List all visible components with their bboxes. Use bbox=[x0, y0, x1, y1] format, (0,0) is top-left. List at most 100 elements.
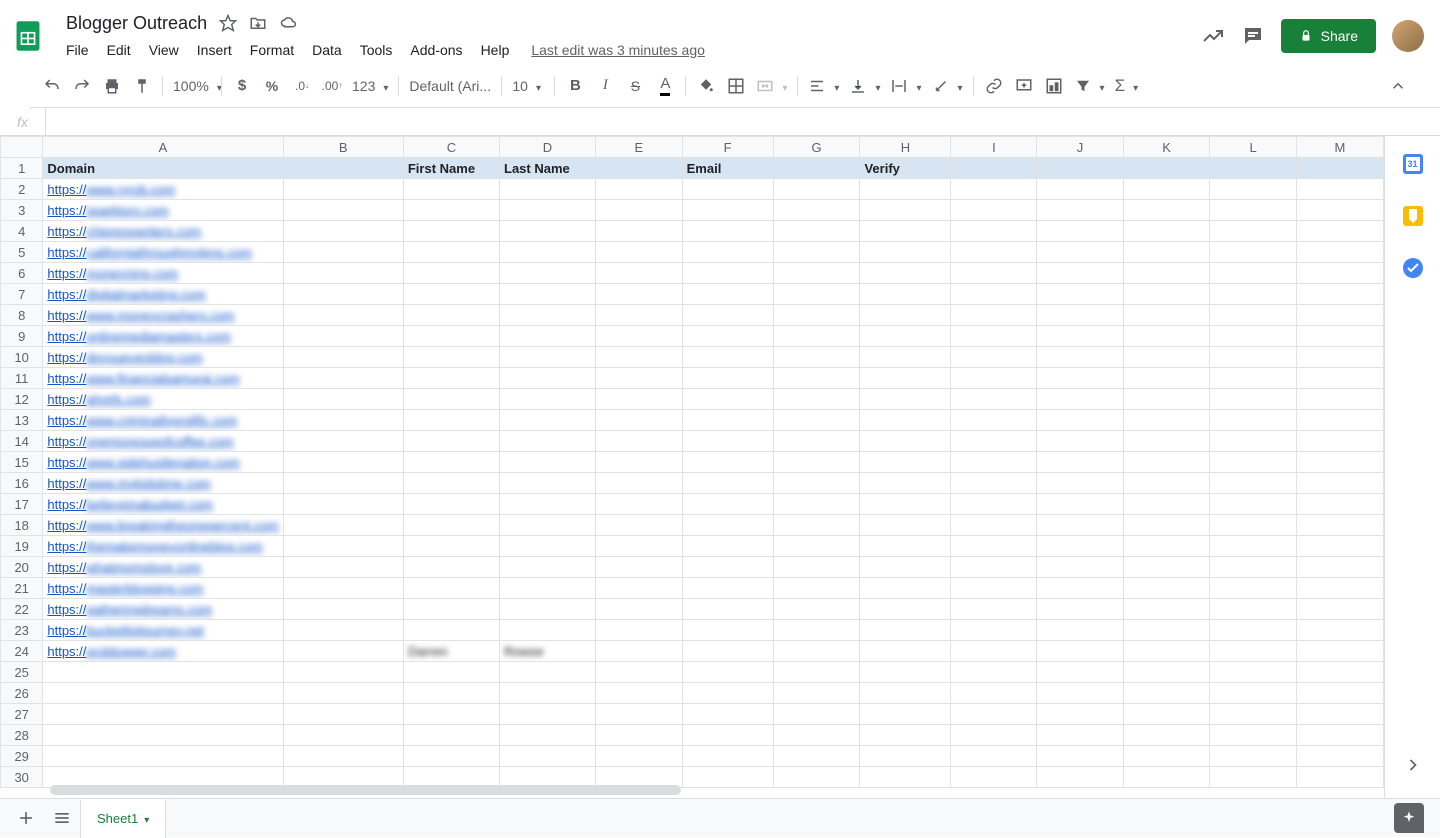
cell-H7[interactable] bbox=[860, 284, 951, 305]
cell-E1[interactable] bbox=[595, 158, 682, 179]
share-button[interactable]: Share bbox=[1281, 19, 1376, 53]
cell-B22[interactable] bbox=[283, 599, 403, 620]
column-header-K[interactable]: K bbox=[1123, 137, 1210, 158]
cell-K17[interactable] bbox=[1123, 494, 1210, 515]
cell-E25[interactable] bbox=[595, 662, 682, 683]
cell-A27[interactable] bbox=[43, 704, 283, 725]
cell-G23[interactable] bbox=[773, 620, 860, 641]
row-header[interactable]: 15 bbox=[1, 452, 43, 473]
collapse-toolbar-button[interactable] bbox=[1384, 72, 1412, 100]
cell-L26[interactable] bbox=[1210, 683, 1296, 704]
increase-decimal-button[interactable]: .00↑ bbox=[318, 72, 346, 100]
cell-E15[interactable] bbox=[595, 452, 682, 473]
column-header-M[interactable]: M bbox=[1296, 137, 1383, 158]
cell-E13[interactable] bbox=[595, 410, 682, 431]
paint-format-button[interactable] bbox=[128, 72, 156, 100]
cell-E5[interactable] bbox=[595, 242, 682, 263]
cell-H11[interactable] bbox=[860, 368, 951, 389]
cell-J8[interactable] bbox=[1037, 305, 1123, 326]
cell-A21[interactable]: https://masterblogging.com bbox=[43, 578, 283, 599]
cell-D28[interactable] bbox=[500, 725, 596, 746]
cell-D2[interactable] bbox=[500, 179, 596, 200]
cell-J3[interactable] bbox=[1037, 200, 1123, 221]
cell-K18[interactable] bbox=[1123, 515, 1210, 536]
cell-A1[interactable]: Domain bbox=[43, 158, 283, 179]
cell-I26[interactable] bbox=[951, 683, 1037, 704]
column-header-F[interactable]: F bbox=[682, 137, 773, 158]
cell-A22[interactable]: https://gatheringdreams.com bbox=[43, 599, 283, 620]
cell-A9[interactable]: https://onlinemediamasters.com bbox=[43, 326, 283, 347]
cell-J21[interactable] bbox=[1037, 578, 1123, 599]
column-header-I[interactable]: I bbox=[951, 137, 1037, 158]
cell-B16[interactable] bbox=[283, 473, 403, 494]
cell-F6[interactable] bbox=[682, 263, 773, 284]
cell-I18[interactable] bbox=[951, 515, 1037, 536]
cell-D22[interactable] bbox=[500, 599, 596, 620]
cell-L2[interactable] bbox=[1210, 179, 1296, 200]
cell-L10[interactable] bbox=[1210, 347, 1296, 368]
cell-A14[interactable]: https://onemoreoupofcoffee.com bbox=[43, 431, 283, 452]
cell-M17[interactable] bbox=[1296, 494, 1383, 515]
cell-E16[interactable] bbox=[595, 473, 682, 494]
cell-C11[interactable] bbox=[403, 368, 499, 389]
row-header[interactable]: 2 bbox=[1, 179, 43, 200]
cell-D15[interactable] bbox=[500, 452, 596, 473]
cell-H9[interactable] bbox=[860, 326, 951, 347]
cell-I4[interactable] bbox=[951, 221, 1037, 242]
cell-I10[interactable] bbox=[951, 347, 1037, 368]
cell-C29[interactable] bbox=[403, 746, 499, 767]
cell-M21[interactable] bbox=[1296, 578, 1383, 599]
cell-C15[interactable] bbox=[403, 452, 499, 473]
cell-C3[interactable] bbox=[403, 200, 499, 221]
cell-I5[interactable] bbox=[951, 242, 1037, 263]
cell-K2[interactable] bbox=[1123, 179, 1210, 200]
cell-H18[interactable] bbox=[860, 515, 951, 536]
cell-A3[interactable]: https://sparktoro.com bbox=[43, 200, 283, 221]
cell-I13[interactable] bbox=[951, 410, 1037, 431]
horizontal-scrollbar[interactable] bbox=[50, 785, 681, 795]
cell-E2[interactable] bbox=[595, 179, 682, 200]
cell-H16[interactable] bbox=[860, 473, 951, 494]
cell-F13[interactable] bbox=[682, 410, 773, 431]
keep-addon-icon[interactable] bbox=[1403, 206, 1423, 226]
cell-B24[interactable] bbox=[283, 641, 403, 662]
cell-A29[interactable] bbox=[43, 746, 283, 767]
cell-M12[interactable] bbox=[1296, 389, 1383, 410]
cell-B12[interactable] bbox=[283, 389, 403, 410]
cell-J12[interactable] bbox=[1037, 389, 1123, 410]
cell-G22[interactable] bbox=[773, 599, 860, 620]
cell-H27[interactable] bbox=[860, 704, 951, 725]
row-header[interactable]: 23 bbox=[1, 620, 43, 641]
cell-B4[interactable] bbox=[283, 221, 403, 242]
cell-G29[interactable] bbox=[773, 746, 860, 767]
cell-F15[interactable] bbox=[682, 452, 773, 473]
cell-D3[interactable] bbox=[500, 200, 596, 221]
cell-M5[interactable] bbox=[1296, 242, 1383, 263]
cell-C1[interactable]: First Name bbox=[403, 158, 499, 179]
cell-A19[interactable]: https://themakemoneyonlineblog.com bbox=[43, 536, 283, 557]
row-header[interactable]: 4 bbox=[1, 221, 43, 242]
cell-G15[interactable] bbox=[773, 452, 860, 473]
cell-I24[interactable] bbox=[951, 641, 1037, 662]
cell-E9[interactable] bbox=[595, 326, 682, 347]
cell-D29[interactable] bbox=[500, 746, 596, 767]
row-header[interactable]: 16 bbox=[1, 473, 43, 494]
cell-M7[interactable] bbox=[1296, 284, 1383, 305]
cell-C28[interactable] bbox=[403, 725, 499, 746]
cell-D19[interactable] bbox=[500, 536, 596, 557]
cell-H25[interactable] bbox=[860, 662, 951, 683]
cell-C14[interactable] bbox=[403, 431, 499, 452]
cell-B29[interactable] bbox=[283, 746, 403, 767]
cell-G11[interactable] bbox=[773, 368, 860, 389]
cell-H15[interactable] bbox=[860, 452, 951, 473]
cell-M2[interactable] bbox=[1296, 179, 1383, 200]
cell-E24[interactable] bbox=[595, 641, 682, 662]
cell-D18[interactable] bbox=[500, 515, 596, 536]
cell-F25[interactable] bbox=[682, 662, 773, 683]
cell-C18[interactable] bbox=[403, 515, 499, 536]
cell-J9[interactable] bbox=[1037, 326, 1123, 347]
cell-B3[interactable] bbox=[283, 200, 403, 221]
cell-C25[interactable] bbox=[403, 662, 499, 683]
functions-button[interactable]: Σ bbox=[1111, 72, 1143, 100]
cell-M11[interactable] bbox=[1296, 368, 1383, 389]
